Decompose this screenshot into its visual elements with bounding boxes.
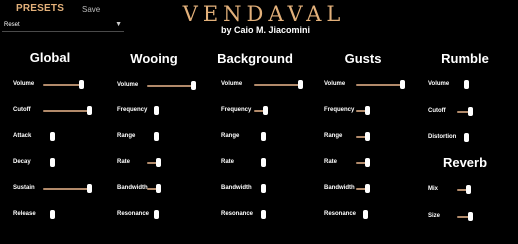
gusts-volume-slider-track [356,84,402,86]
section-title-rumble: Rumble [441,51,489,66]
rumble-cutoff-slider[interactable] [467,107,473,116]
gusts-bandwidth-slider[interactable] [364,184,370,193]
gusts-rate-label: Rate [324,159,338,165]
global-volume-slider[interactable] [78,80,84,89]
global-sustain-slider[interactable] [87,184,92,193]
global-decay-slider[interactable] [50,158,55,167]
wooing-volume-label: Volume [117,82,139,88]
section-title-background: Background [217,51,293,66]
global-cutoff-slider-track [43,110,89,112]
app-subtitle: by Caio M. Jiacomini [220,25,311,35]
gusts-range-label: Range [324,133,343,139]
global-volume-slider-track [43,84,81,86]
wooing-range-label: Range [117,133,136,139]
rumble-distortion-slider[interactable] [464,133,469,142]
global-volume-label: Volume [13,81,35,87]
wooing-bandwidth-slider[interactable] [155,184,161,193]
background-bandwidth-slider[interactable] [261,184,266,193]
background-volume-label: Volume [221,81,243,87]
gusts-frequency-label: Frequency [324,107,355,113]
background-frequency-slider[interactable] [262,106,268,115]
global-attack-label: Attack [13,133,32,139]
gusts-resonance-label: Resonance [324,211,357,217]
wooing-volume-slider-track [147,85,193,87]
global-release-label: Release [13,211,36,217]
global-decay-label: Decay [13,159,31,165]
rumble-volume-label: Volume [428,81,450,87]
reverb-mix-slider[interactable] [465,185,471,194]
global-sustain-slider-track [43,188,89,190]
reverb-size-slider[interactable] [467,212,473,221]
background-rate-slider[interactable] [261,158,266,167]
global-release-slider[interactable] [50,210,55,219]
section-title-gusts: Gusts [344,51,382,66]
wooing-resonance-slider[interactable] [154,210,159,219]
gusts-resonance-slider[interactable] [363,210,368,219]
global-cutoff-label: Cutoff [13,107,31,113]
gusts-rate-slider[interactable] [364,158,370,167]
wooing-resonance-label: Resonance [117,211,150,217]
reverb-mix-label: Mix [428,186,439,192]
rumble-distortion-label: Distortion [428,134,457,140]
global-cutoff-slider[interactable] [87,106,92,115]
wooing-rate-slider[interactable] [155,158,161,167]
section-title-global: Global [29,50,71,65]
wooing-volume-slider[interactable] [191,81,196,90]
global-attack-slider[interactable] [50,132,55,141]
gusts-frequency-slider[interactable] [364,106,370,115]
gusts-volume-label: Volume [324,81,346,87]
wooing-range-slider[interactable] [154,132,159,141]
background-bandwidth-label: Bandwidth [221,185,252,191]
rumble-volume-slider[interactable] [464,80,469,89]
rumble-cutoff-label: Cutoff [428,108,446,114]
background-resonance-label: Resonance [221,211,254,217]
background-frequency-label: Frequency [221,107,252,113]
gusts-range-slider[interactable] [364,132,370,141]
wooing-rate-label: Rate [117,159,131,165]
background-rate-label: Rate [221,159,235,165]
background-range-slider[interactable] [261,132,266,141]
background-resonance-slider[interactable] [261,210,266,219]
background-range-label: Range [221,133,240,139]
section-title-wooing: Wooing [130,51,178,66]
background-volume-slider-track [254,84,300,86]
reverb-size-label: Size [428,213,441,219]
background-volume-slider[interactable] [298,80,303,89]
global-sustain-label: Sustain [13,185,35,191]
gusts-bandwidth-label: Bandwidth [324,185,355,191]
wooing-bandwidth-label: Bandwidth [117,185,148,191]
app-title: VENDAVAL [182,2,346,26]
wooing-frequency-label: Frequency [117,107,148,113]
wooing-frequency-slider[interactable] [154,106,159,115]
gusts-volume-slider[interactable] [400,80,405,89]
section-title-reverb: Reverb [442,155,488,170]
